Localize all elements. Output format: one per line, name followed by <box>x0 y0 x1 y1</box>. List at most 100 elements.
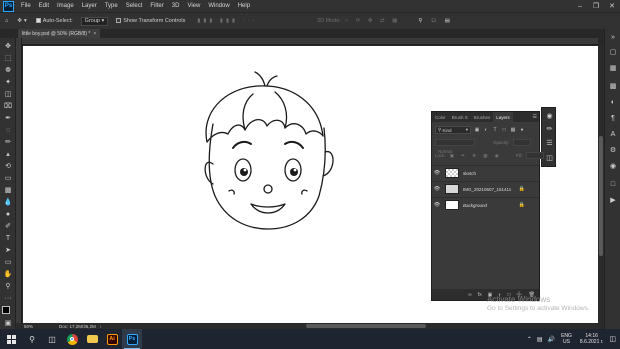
zoom-level[interactable]: 50% <box>24 324 33 329</box>
horizontal-ruler[interactable] <box>22 38 598 51</box>
document-info[interactable]: Doc: 17,2M/36,2M <box>59 324 96 329</box>
pen-tool-icon[interactable]: ✐ <box>3 222 13 231</box>
channels-icon[interactable]: ◉ <box>608 161 618 171</box>
minimize-icon[interactable]: – <box>572 0 588 12</box>
menu-view[interactable]: View <box>187 3 200 9</box>
language-indicator[interactable]: ENG US <box>561 333 572 346</box>
tab-color[interactable]: Color <box>432 112 449 122</box>
chevron-down-icon[interactable]: ▾ <box>24 18 27 24</box>
clone-stamp-tool-icon[interactable]: ▴ <box>3 150 13 159</box>
show-hidden-icons-icon[interactable]: ⌃ <box>527 336 532 343</box>
layers-stack-icon[interactable]: ◫ <box>545 153 554 162</box>
search-icon[interactable]: ⚲ □ ▤ <box>418 18 454 24</box>
notifications-icon[interactable]: ◫ <box>609 335 616 343</box>
libraries-icon[interactable]: ▦ <box>608 63 618 73</box>
visibility-eye-icon[interactable]: 👁 <box>432 202 442 208</box>
layer-row-img[interactable]: 👁 IMG_20210607_151411 🔒 <box>432 181 539 196</box>
illustrator-icon[interactable]: Ai <box>102 329 122 349</box>
visibility-eye-icon[interactable]: 👁 <box>432 170 442 176</box>
fill-input[interactable] <box>525 152 544 159</box>
menu-edit[interactable]: Edit <box>39 3 49 9</box>
eraser-tool-icon[interactable]: ▭ <box>3 174 13 183</box>
tab-brushes[interactable]: Brushes <box>471 112 494 122</box>
search-icon[interactable]: ⚲ <box>22 329 42 349</box>
learn-icon[interactable]: ◉ <box>545 111 554 120</box>
restore-icon[interactable]: ❐ <box>588 0 604 12</box>
menu-window[interactable]: Window <box>208 3 229 9</box>
hand-tool-icon[interactable]: ✋ <box>3 270 13 279</box>
3d-mode-icons[interactable]: ○ ⟳ ✥ ⇄ ▦ <box>345 18 400 24</box>
vertical-scroll-thumb[interactable] <box>599 136 603 256</box>
photoshop-taskbar-icon[interactable]: Ps <box>122 329 142 349</box>
menu-help[interactable]: Help <box>238 3 250 9</box>
type-tool-icon[interactable]: T <box>3 234 13 243</box>
edit-toolbar-icon[interactable]: ··· <box>3 294 13 303</box>
paragraph-icon[interactable]: ¶ <box>608 113 618 123</box>
kind-filter-select[interactable]: ⚲ Kind ▾ <box>435 126 471 134</box>
history-brush-tool-icon[interactable]: ⟲ <box>3 162 13 171</box>
volume-icon[interactable]: 🔊 <box>548 336 555 343</box>
show-transform-checkbox[interactable]: Show Transform Controls <box>116 18 185 24</box>
windows-start-icon[interactable] <box>0 329 22 349</box>
home-icon[interactable]: ⌂ <box>5 18 8 24</box>
tab-layers[interactable]: Layers <box>493 112 513 122</box>
menu-3d[interactable]: 3D <box>172 3 180 9</box>
gradient-tool-icon[interactable]: ▩ <box>3 186 13 195</box>
link-layers-icon[interactable]: ∞ <box>468 292 472 298</box>
document-tab[interactable]: little boy.psd @ 50% (RGB/8) * × <box>18 29 101 38</box>
filter-pixel-icon[interactable]: ▣ <box>474 127 480 133</box>
layer-style-icon[interactable]: fx <box>478 292 482 298</box>
move-tool-icon[interactable]: ✥ <box>3 42 13 51</box>
paths-icon[interactable]: □ <box>608 179 618 189</box>
foreground-color-swatch[interactable] <box>2 306 10 314</box>
healing-brush-tool-icon[interactable]: ◌ <box>3 126 13 135</box>
chrome-icon[interactable] <box>62 329 82 349</box>
menu-filter[interactable]: Filter <box>150 3 163 9</box>
zoom-tool-icon[interactable]: ⚲ <box>3 282 13 291</box>
path-select-tool-icon[interactable]: ➤ <box>3 246 13 255</box>
lasso-tool-icon[interactable]: ❁ <box>3 66 13 75</box>
menu-file[interactable]: File <box>21 3 31 9</box>
panel-collapse-icon[interactable]: » <box>608 32 618 42</box>
quick-mask-icon[interactable]: ▣ <box>3 319 13 328</box>
network-icon[interactable]: ▤ <box>537 336 543 343</box>
visibility-eye-icon[interactable]: 👁 <box>432 186 442 192</box>
align-buttons-icon[interactable]: ▮▮▮ ▮▮▮ ··· <box>197 18 257 24</box>
brush-tool-icon[interactable]: ✏ <box>3 138 13 147</box>
layer-name[interactable]: IMG_20210607_151411 <box>463 187 511 192</box>
filter-shape-icon[interactable]: □ <box>501 127 507 133</box>
dodge-tool-icon[interactable]: ● <box>3 210 13 219</box>
brush-settings-icon[interactable]: ✏ <box>545 124 554 133</box>
adjustments-icon[interactable]: ◐ <box>608 97 618 107</box>
close-tab-icon[interactable]: × <box>93 31 96 37</box>
file-explorer-icon[interactable] <box>82 329 102 349</box>
menu-select[interactable]: Select <box>126 3 143 9</box>
layer-name[interactable]: Background <box>463 203 487 208</box>
close-icon[interactable]: ✕ <box>604 0 620 12</box>
workspace-icon[interactable]: ▢ <box>608 47 618 57</box>
status-menu-icon[interactable]: › <box>100 324 102 329</box>
blur-tool-icon[interactable]: 💧 <box>3 198 13 207</box>
eyedropper-tool-icon[interactable]: ✒ <box>3 114 13 123</box>
swatches-icon[interactable]: ▩ <box>608 81 618 91</box>
layer-row-background[interactable]: 👁 Background 🔒 <box>432 197 539 212</box>
vertical-ruler[interactable] <box>16 38 22 323</box>
opacity-input[interactable] <box>512 139 531 146</box>
filter-type-icon[interactable]: T <box>492 127 498 133</box>
actions-icon[interactable]: ▶ <box>608 195 618 205</box>
marquee-tool-icon[interactable]: ⬚ <box>3 54 13 63</box>
quick-select-tool-icon[interactable]: ✦ <box>3 78 13 87</box>
clock[interactable]: 14:16 8.6.2021 г. <box>580 333 603 346</box>
photoshop-logo-icon[interactable]: Ps <box>3 0 14 12</box>
frame-tool-icon[interactable]: ⌧ <box>3 102 13 111</box>
filter-toggle-icon[interactable]: ● <box>519 127 525 133</box>
filter-smart-object-icon[interactable]: ▦ <box>510 127 516 133</box>
layer-row-sketch[interactable]: 👁 sketch <box>432 165 539 180</box>
tab-brush-settings[interactable]: Brush S <box>449 112 471 122</box>
panel-menu-icon[interactable]: ☰ <box>533 114 537 120</box>
horizontal-scroll-thumb[interactable] <box>306 324 426 328</box>
layer-name[interactable]: sketch <box>463 171 476 176</box>
lock-options-icons[interactable]: ▣ ✒ ✥ ▦ ◉ <box>450 153 502 159</box>
task-view-icon[interactable]: ◫ <box>42 329 62 349</box>
character-icon[interactable]: A <box>608 129 618 139</box>
